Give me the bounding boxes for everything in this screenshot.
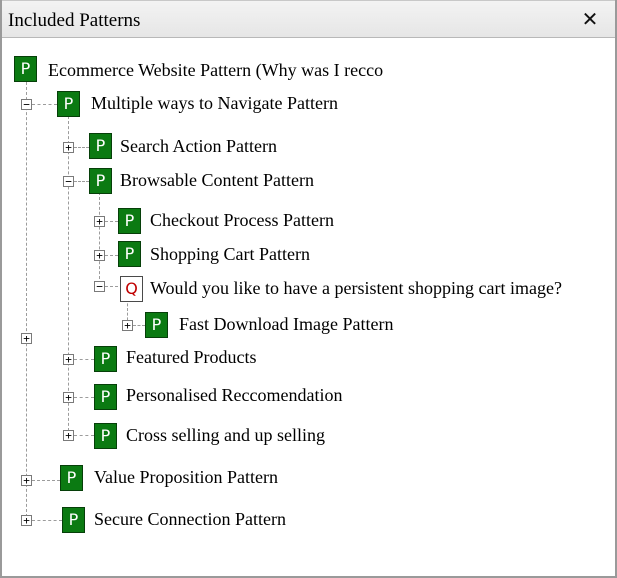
question-icon: Q <box>120 276 143 302</box>
expand-icon[interactable]: + <box>94 216 105 227</box>
tree-node-label[interactable]: Personalised Reccomendation <box>126 385 342 406</box>
pattern-icon: P <box>94 346 117 372</box>
expand-icon[interactable]: + <box>63 430 74 441</box>
pattern-icon: P <box>118 208 141 234</box>
tree-node-label[interactable]: Shopping Cart Pattern <box>150 244 310 265</box>
pattern-icon: P <box>145 312 168 338</box>
pattern-icon: P <box>89 133 112 159</box>
collapse-icon[interactable]: − <box>63 176 74 187</box>
expand-icon[interactable]: + <box>94 250 105 261</box>
expand-icon[interactable]: + <box>63 392 74 403</box>
tree-node-label[interactable]: Search Action Pattern <box>120 136 277 157</box>
tree-line <box>99 192 100 284</box>
tree-line <box>68 116 69 436</box>
tree-line <box>105 286 118 287</box>
tree-node-label[interactable]: Value Proposition Pattern <box>94 467 278 488</box>
tree-node-label[interactable]: Featured Products <box>126 347 256 368</box>
tree-line <box>32 104 57 105</box>
pattern-icon: P <box>62 507 85 533</box>
tree-line <box>74 435 94 436</box>
tree-node-label[interactable]: Fast Download Image Pattern <box>179 314 393 335</box>
tree-line <box>74 359 94 360</box>
pattern-icon: P <box>94 384 117 410</box>
expand-icon[interactable]: + <box>21 333 32 344</box>
tree-node-label[interactable]: Ecommerce Website Pattern (Why was I rec… <box>48 60 383 81</box>
pattern-icon: P <box>14 56 37 82</box>
tree-line <box>32 520 62 521</box>
pattern-icon: P <box>89 168 112 194</box>
tree-node-label[interactable]: Browsable Content Pattern <box>120 170 314 191</box>
collapse-icon[interactable]: − <box>21 99 32 110</box>
close-icon[interactable]: ✕ <box>576 5 604 33</box>
expand-icon[interactable]: + <box>122 320 133 331</box>
panel-titlebar: Included Patterns ✕ <box>2 0 615 38</box>
included-patterns-panel: Included Patterns ✕ − + − + + − + + + + … <box>0 0 617 578</box>
tree-node-label[interactable]: Checkout Process Pattern <box>150 210 334 231</box>
tree-line <box>105 255 118 256</box>
expand-icon[interactable]: + <box>63 142 74 153</box>
collapse-icon[interactable]: − <box>94 281 105 292</box>
tree-line <box>32 480 60 481</box>
pattern-icon: P <box>118 241 141 267</box>
tree-line <box>74 147 89 148</box>
pattern-icon: P <box>94 423 117 449</box>
tree-line <box>133 325 145 326</box>
tree-line <box>74 181 89 182</box>
tree-line <box>26 82 27 522</box>
tree-node-label[interactable]: Multiple ways to Navigate Pattern <box>91 93 338 114</box>
tree-line <box>74 397 94 398</box>
expand-icon[interactable]: + <box>63 354 74 365</box>
expand-icon[interactable]: + <box>21 515 32 526</box>
panel-title: Included Patterns <box>8 10 141 31</box>
expand-icon[interactable]: + <box>21 475 32 486</box>
pattern-icon: P <box>57 91 80 117</box>
pattern-icon: P <box>60 465 83 491</box>
tree-node-label[interactable]: Would you like to have a persistent shop… <box>150 278 562 299</box>
tree-line <box>105 221 118 222</box>
tree-node-label[interactable]: Cross selling and up selling <box>126 425 325 446</box>
tree-node-label[interactable]: Secure Connection Pattern <box>94 509 286 530</box>
